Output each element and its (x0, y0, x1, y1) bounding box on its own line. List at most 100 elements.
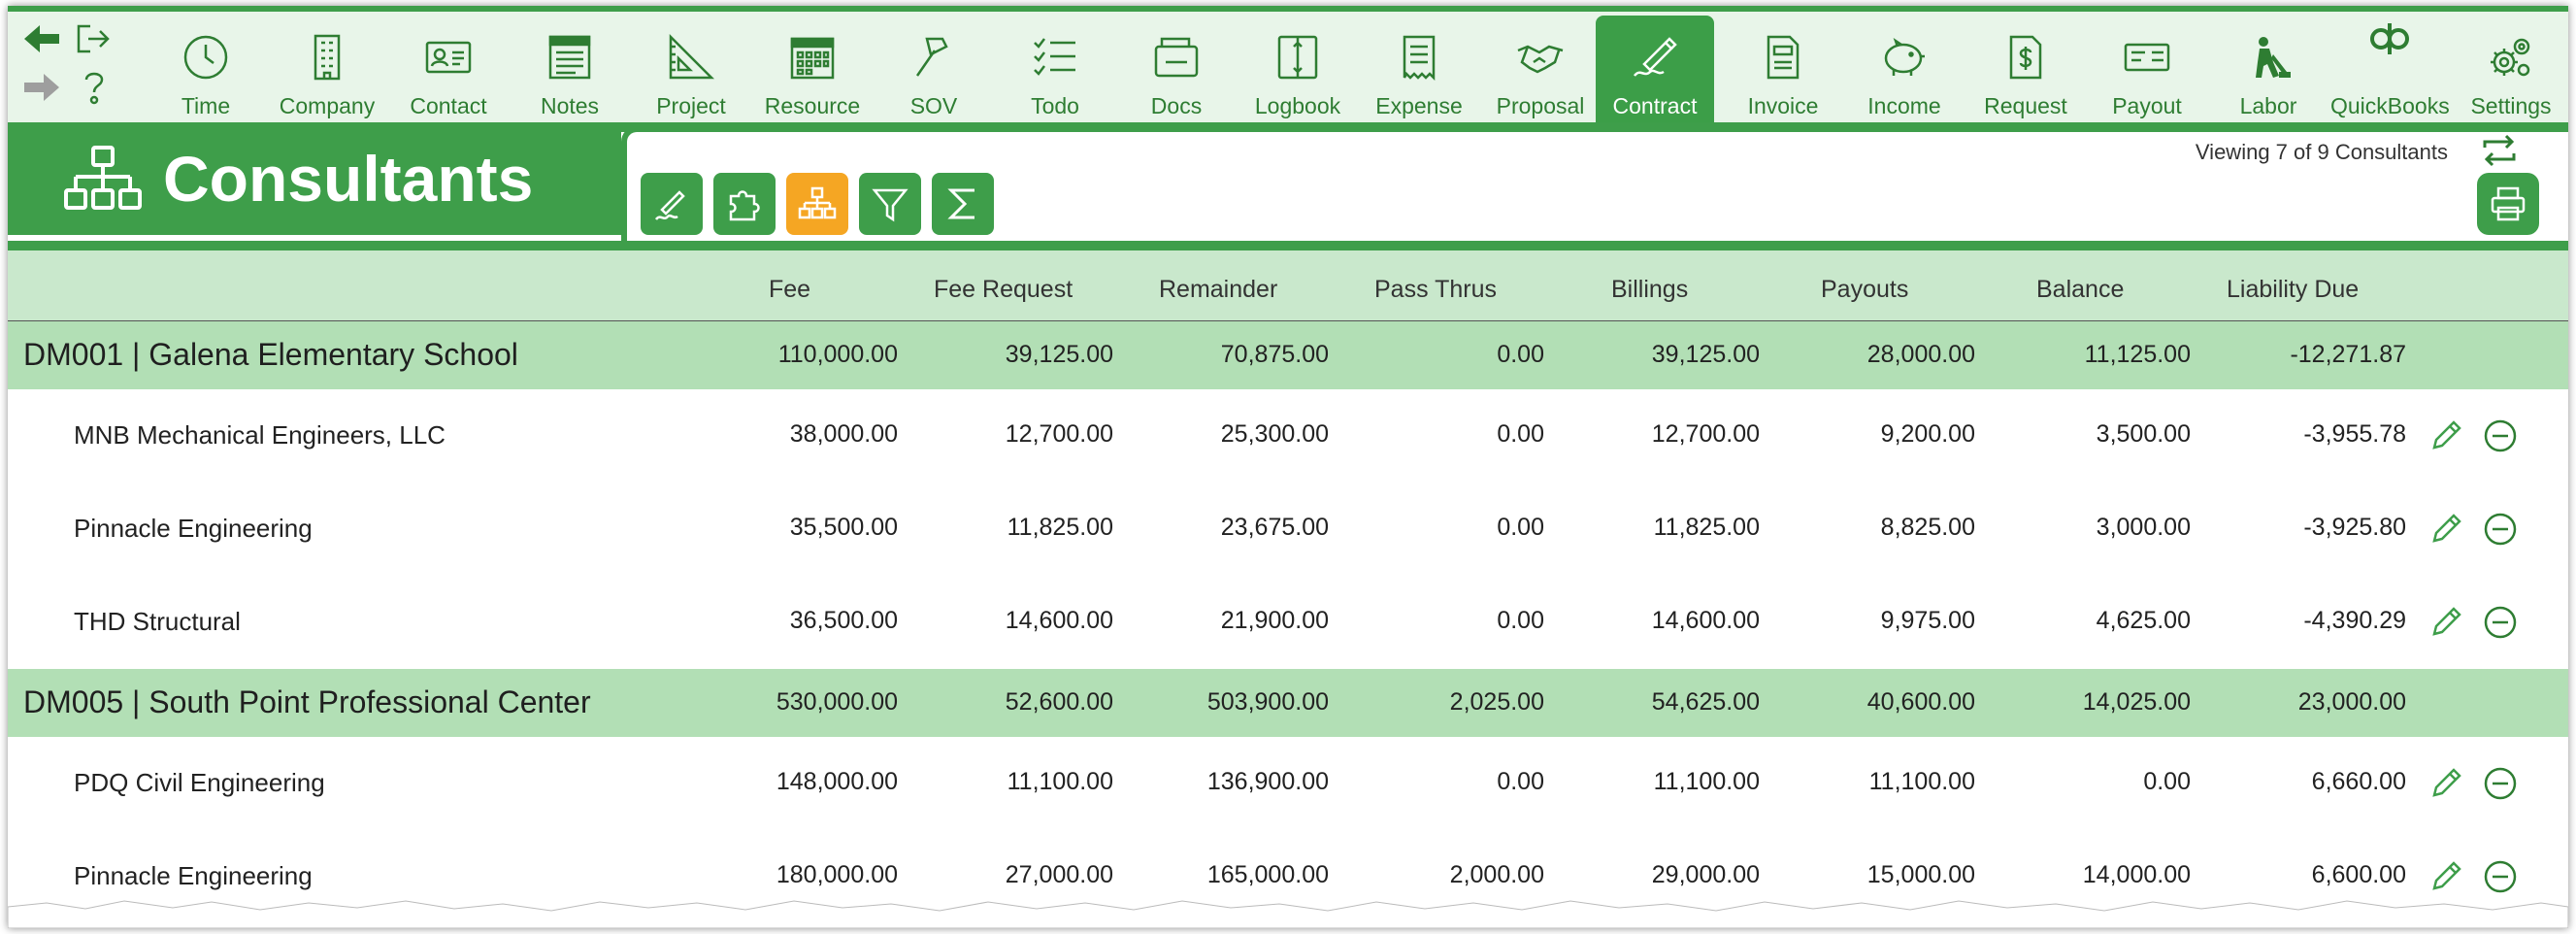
column-header-payouts[interactable]: Payouts (1821, 276, 1908, 304)
print-button[interactable] (2477, 173, 2539, 235)
edit-pencil-icon[interactable] (2425, 762, 2467, 805)
pass-thrus-value: 2,000.00 (1449, 861, 1544, 888)
edit-pencil-icon[interactable] (2425, 415, 2467, 457)
edit-pencil-icon[interactable] (2425, 508, 2467, 550)
tool-contract[interactable]: Contract (1596, 16, 1714, 130)
tool-label: Proposal (1496, 93, 1585, 118)
title-box: Consultants (8, 126, 621, 235)
pass-thrus-value: 0.00 (1497, 514, 1544, 541)
column-header-liability-due[interactable]: Liability Due (2227, 276, 2359, 304)
column-header-fee[interactable]: Fee (769, 276, 810, 304)
tool-label: Labor (2239, 93, 2297, 118)
tool-notes[interactable]: Notes (511, 16, 629, 120)
pass-thrus-value: 0.00 (1497, 607, 1544, 634)
tool-label: Invoice (1747, 93, 1819, 118)
consultant-row[interactable]: PDQ Civil Engineering 148,000.00 11,100.… (8, 737, 2568, 830)
column-header-remainder[interactable]: Remainder (1159, 276, 1277, 304)
project-group-row[interactable]: DM001 | Galena Elementary School 110,000… (8, 321, 2568, 389)
tool-label: Payout (2112, 93, 2182, 118)
tool-label: Time (181, 93, 231, 118)
refresh-icon[interactable] (2479, 134, 2520, 172)
fee-request-value: 14,600.00 (1005, 607, 1113, 634)
consultant-name: Pinnacle Engineering (74, 514, 313, 543)
fee-request-value: 52,600.00 (1005, 688, 1113, 716)
tool-quickbooks[interactable]: QuickBooks (2330, 16, 2450, 120)
forward-arrow-icon[interactable] (16, 66, 68, 109)
balance-value: 0.00 (2143, 768, 2191, 795)
exit-icon[interactable] (68, 17, 120, 60)
consultant-row[interactable]: Pinnacle Engineering 35,500.00 11,825.00… (8, 483, 2568, 576)
billings-value: 12,700.00 (1651, 420, 1760, 448)
fee-request-value: 11,100.00 (1007, 768, 1113, 795)
tool-todo[interactable]: Todo (996, 16, 1114, 120)
payouts-value: 9,975.00 (1880, 607, 1975, 634)
tool-label: Company (279, 93, 376, 118)
dollar-document-icon (2009, 35, 2042, 80)
remove-minus-icon[interactable] (2479, 415, 2522, 457)
tool-label: Income (1867, 93, 1941, 118)
tool-expense[interactable]: Expense (1360, 16, 1478, 120)
tool-labor[interactable]: Labor (2209, 16, 2328, 120)
tool-time[interactable]: Time (147, 16, 265, 120)
column-header-fee-request[interactable]: Fee Request (934, 276, 1073, 304)
project-group-row[interactable]: DM005 | South Point Professional Center … (8, 669, 2568, 737)
tool-project[interactable]: Project (632, 16, 750, 120)
puzzle-button[interactable] (713, 173, 776, 235)
balance-value: 4,625.00 (2096, 607, 2191, 634)
column-header-pass-thrus[interactable]: Pass Thrus (1374, 276, 1497, 304)
tool-proposal[interactable]: Proposal (1481, 16, 1600, 120)
tool-label: QuickBooks (2330, 93, 2450, 118)
balance-value: 3,000.00 (2096, 514, 2191, 541)
filter-button[interactable] (859, 173, 921, 235)
tool-logbook[interactable]: Logbook (1238, 16, 1357, 120)
tool-invoice[interactable]: Invoice (1724, 16, 1842, 120)
fee-value: 35,500.00 (789, 514, 898, 541)
fee-request-value: 27,000.00 (1005, 861, 1113, 888)
sum-button[interactable] (932, 173, 994, 235)
tool-resource[interactable]: Resource (753, 16, 872, 120)
app-window: Time Company Contact Notes Project Resou… (8, 6, 2568, 928)
notes-icon (548, 35, 591, 80)
piggy-bank-icon (1884, 37, 1925, 76)
tool-contact[interactable]: Contact (389, 16, 508, 120)
tool-request[interactable]: Request (1966, 16, 2085, 120)
tool-docs[interactable]: Docs (1117, 16, 1236, 120)
tool-income[interactable]: Income (1845, 16, 1964, 120)
edit-button[interactable] (641, 173, 703, 235)
building-icon (314, 34, 341, 81)
payouts-value: 9,200.00 (1880, 420, 1975, 448)
tool-label: Request (1984, 93, 2067, 118)
help-icon[interactable] (68, 66, 120, 109)
remove-minus-icon[interactable] (2479, 762, 2522, 805)
tool-payout[interactable]: Payout (2088, 16, 2206, 120)
tool-label: Contract (1612, 93, 1698, 118)
filter-icon (872, 188, 908, 222)
remove-minus-icon[interactable] (2479, 601, 2522, 644)
fee-value: 110,000.00 (777, 341, 898, 368)
remainder-value: 165,000.00 (1206, 861, 1329, 888)
tool-company[interactable]: Company (268, 16, 386, 120)
tool-label: Resource (764, 93, 861, 118)
column-header-balance[interactable]: Balance (2036, 276, 2124, 304)
tool-label: Settings (2470, 93, 2552, 118)
edit-pencil-icon[interactable] (2425, 601, 2467, 644)
consultant-row[interactable]: MNB Mechanical Engineers, LLC 38,000.00 … (8, 389, 2568, 483)
triangle-ruler-icon (669, 33, 715, 80)
remove-minus-icon[interactable] (2479, 508, 2522, 550)
billings-value: 39,125.00 (1651, 341, 1760, 368)
tool-sov[interactable]: SOV (875, 16, 993, 120)
liability-due-value: 6,660.00 (2311, 768, 2406, 795)
consultant-row[interactable]: THD Structural 36,500.00 14,600.00 21,90… (8, 576, 2568, 669)
tool-label: Notes (540, 93, 600, 118)
tool-label: SOV (909, 93, 958, 118)
consultant-name: MNB Mechanical Engineers, LLC (74, 420, 446, 450)
project-name: DM001 | Galena Elementary School (23, 337, 518, 372)
torn-edge (8, 900, 2568, 928)
fee-value: 38,000.00 (789, 420, 898, 448)
back-arrow-icon[interactable] (16, 17, 68, 60)
navigation-controls (8, 12, 124, 122)
column-header-billings[interactable]: Billings (1611, 276, 1688, 304)
quickbooks-icon (2370, 23, 2409, 54)
tool-settings[interactable]: Settings (2452, 16, 2568, 120)
org-view-button[interactable] (786, 173, 848, 235)
